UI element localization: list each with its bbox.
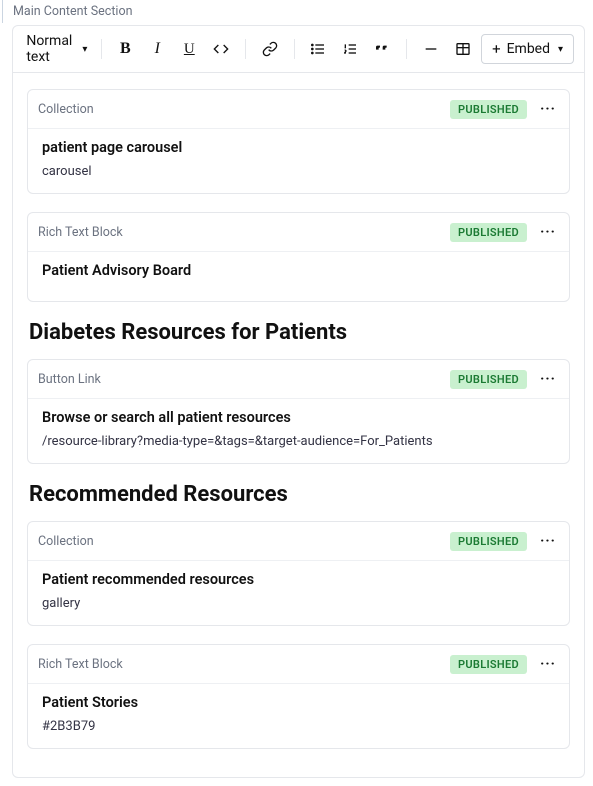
toolbar-separator [294, 39, 295, 59]
text-style-label: Normal text [26, 33, 72, 65]
embed-card[interactable]: Rich Text Block PUBLISHED ··· Patient Stori… [27, 644, 570, 749]
toolbar-separator [101, 39, 102, 59]
list-ul-icon [310, 41, 326, 57]
card-header-actions: PUBLISHED ··· [450, 653, 559, 675]
card-title: patient page carousel [42, 139, 555, 156]
card-header: Collection PUBLISHED ··· [28, 522, 569, 561]
table-icon [455, 41, 471, 57]
card-header: Rich Text Block PUBLISHED ··· [28, 213, 569, 252]
italic-button[interactable]: I [143, 35, 171, 63]
more-actions-button[interactable]: ··· [537, 653, 559, 675]
chevron-down-icon: ▾ [82, 44, 87, 55]
card-header-actions: PUBLISHED ··· [450, 221, 559, 243]
unordered-list-button[interactable] [304, 35, 332, 63]
card-header: Button Link PUBLISHED ··· [28, 360, 569, 399]
status-badge: PUBLISHED [450, 100, 527, 119]
card-header-actions: PUBLISHED ··· [450, 368, 559, 390]
card-subtext: carousel [42, 164, 555, 179]
card-header: Collection PUBLISHED ··· [28, 90, 569, 129]
content-heading[interactable]: Diabetes Resources for Patients [29, 320, 568, 345]
list-ol-icon [342, 41, 358, 57]
card-type-label: Rich Text Block [38, 657, 123, 672]
plus-icon: + [492, 42, 501, 57]
code-button[interactable] [207, 35, 235, 63]
card-body: Patient Advisory Board [28, 252, 569, 301]
card-subtext: #2B3B79 [42, 719, 555, 734]
chevron-down-icon: ▾ [558, 44, 563, 55]
card-body: Browse or search all patient resources/r… [28, 399, 569, 463]
link-button[interactable] [256, 35, 284, 63]
embed-card[interactable]: Rich Text Block PUBLISHED ··· Patient Advis… [27, 212, 570, 302]
more-actions-button[interactable]: ··· [537, 530, 559, 552]
toolbar-separator [406, 39, 407, 59]
status-badge: PUBLISHED [450, 532, 527, 551]
link-icon [262, 41, 278, 57]
rich-text-editor: Normal text ▾ B I U [12, 25, 585, 778]
card-subtext: gallery [42, 596, 555, 611]
content-area[interactable]: Collection PUBLISHED ··· patient page carou… [13, 73, 584, 777]
card-type-label: Collection [38, 102, 94, 117]
content-heading[interactable]: Recommended Resources [29, 482, 568, 507]
card-type-label: Collection [38, 534, 94, 549]
card-header: Rich Text Block PUBLISHED ··· [28, 645, 569, 684]
card-subtext: /resource-library?media-type=&tags=&targ… [42, 434, 555, 449]
card-header-actions: PUBLISHED ··· [450, 530, 559, 552]
section-label: Main Content Section [2, 0, 593, 23]
card-title: Browse or search all patient resources [42, 409, 555, 426]
bold-button[interactable]: B [111, 35, 139, 63]
status-badge: PUBLISHED [450, 370, 527, 389]
card-body: patient page carousel carousel [28, 129, 569, 193]
card-type-label: Button Link [38, 372, 101, 387]
embed-card[interactable]: Collection PUBLISHED ··· patient page carou… [27, 89, 570, 194]
table-button[interactable] [449, 35, 477, 63]
card-title: Patient Advisory Board [42, 262, 555, 279]
card-body: Patient Stories #2B3B79 [28, 684, 569, 748]
more-actions-button[interactable]: ··· [537, 368, 559, 390]
hr-icon [423, 41, 439, 57]
embed-card[interactable]: Collection PUBLISHED ··· Patient recommende… [27, 521, 570, 626]
more-actions-button[interactable]: ··· [537, 221, 559, 243]
card-header-actions: PUBLISHED ··· [450, 98, 559, 120]
embed-card[interactable]: Button Link PUBLISHED ··· Browse or search … [27, 359, 570, 464]
embed-label: Embed [507, 41, 550, 57]
underline-button[interactable]: U [175, 35, 203, 63]
card-title: Patient recommended resources [42, 571, 555, 588]
text-style-select[interactable]: Normal text ▾ [23, 35, 91, 63]
code-icon [213, 41, 229, 57]
horizontal-rule-button[interactable] [417, 35, 445, 63]
quote-icon [374, 41, 390, 57]
card-body: Patient recommended resources gallery [28, 561, 569, 625]
embed-button[interactable]: + Embed ▾ [481, 34, 574, 64]
toolbar: Normal text ▾ B I U [13, 26, 584, 73]
ordered-list-button[interactable] [336, 35, 364, 63]
status-badge: PUBLISHED [450, 223, 527, 242]
more-actions-button[interactable]: ··· [537, 98, 559, 120]
toolbar-separator [245, 39, 246, 59]
blockquote-button[interactable] [368, 35, 396, 63]
card-title: Patient Stories [42, 694, 555, 711]
card-type-label: Rich Text Block [38, 225, 123, 240]
status-badge: PUBLISHED [450, 655, 527, 674]
